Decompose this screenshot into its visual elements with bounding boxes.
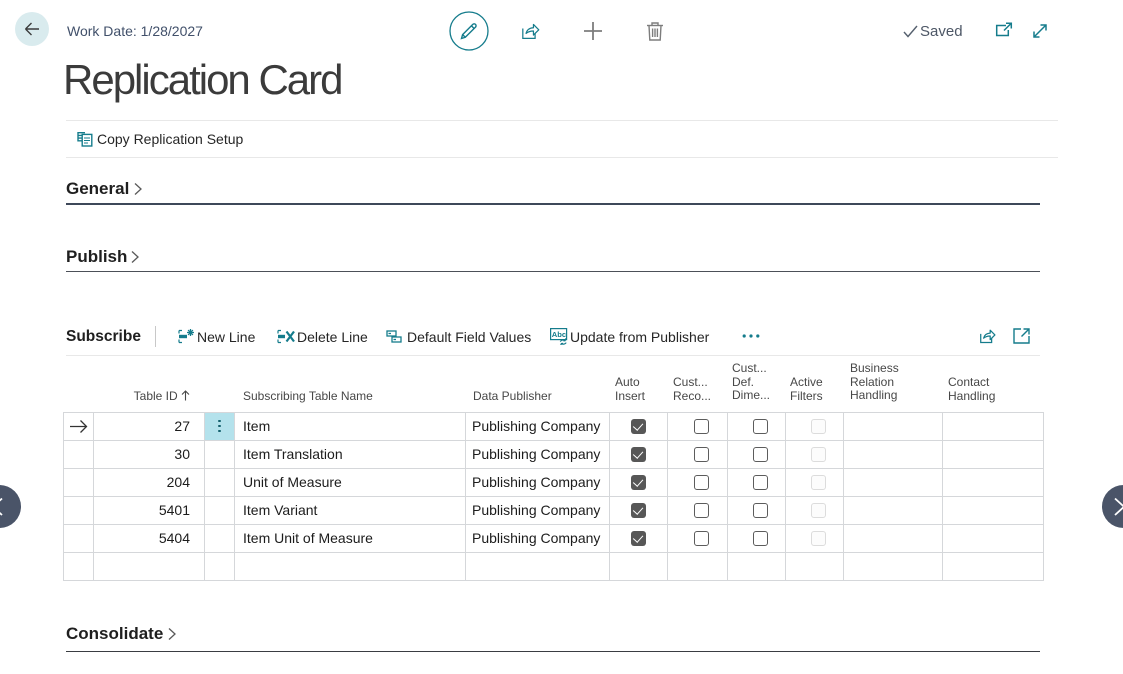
svg-text:Abc: Abc <box>552 330 566 339</box>
